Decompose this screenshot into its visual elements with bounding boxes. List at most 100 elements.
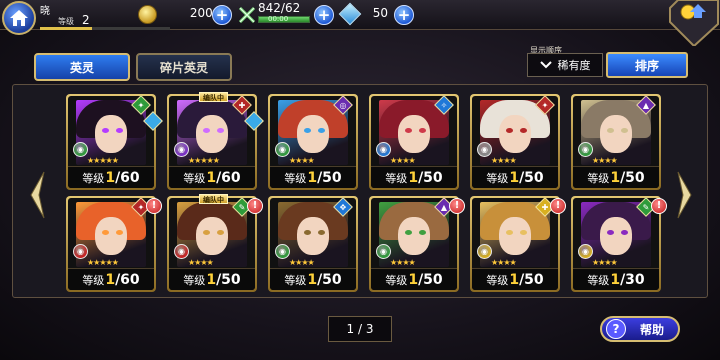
hero-level-label: 等级 [385,172,408,185]
hero-eye-left [607,128,614,133]
hero-level-current: 1 [610,272,621,288]
player-name: 晓 [40,6,50,17]
next-page-arrow[interactable] [676,170,694,220]
hero-class-glyph: ✦ [541,100,549,110]
hero-eye-right [621,230,628,235]
hero-face [398,217,430,255]
hero-level-max: /50 [519,272,544,288]
hero-level-max: /50 [216,272,241,288]
hero-class-glyph: ◎ [339,100,347,110]
hero-eye-right [419,230,426,235]
hero-level-label: 等级 [183,274,206,287]
hero-face [95,115,127,153]
menu-button[interactable] [666,0,720,48]
alert-icon: ! [449,198,465,214]
hero-eye-right [621,128,628,133]
stamina-timer: 00:00 [268,15,289,23]
rarity-stars: ★★★★ [592,258,618,267]
rarity-stars: ★★★★ [592,156,618,165]
wind-element-icon: ◉ [275,142,290,157]
hero-level-current: 1 [307,272,318,288]
hero-level-current: 1 [206,272,217,288]
hero-level-display: 等级 1/50 [270,166,356,188]
hero-card[interactable]: ◉ ★★★★ 等级 1/30 ✎! [571,196,667,292]
dark-element-icon: ◉ [174,142,189,157]
light-element-icon: ◉ [477,244,492,259]
fire-element-icon: ◉ [174,244,189,259]
hero-face [297,115,329,153]
hero-level-label: 等级 [82,172,105,185]
hero-class-glyph: ✧ [440,100,448,110]
hero-level-max: /50 [418,170,443,186]
hero-level-display: 等级 1/50 [573,166,659,188]
add-gold-button[interactable]: + [212,5,232,25]
hero-eye-right [520,230,527,235]
fire-element-icon: ◉ [73,244,88,259]
hero-level-display: 等级 1/60 [68,166,154,188]
hero-card[interactable]: ◉ ★★★★ 等级 1/50 ✧ [369,94,459,190]
hero-card[interactable]: ◉ ★★★★ 等级 1/50 ▲! [369,196,465,292]
hero-list-screen: 晓 等级 2 20000 + 842/62 00:00 + 50 + 菜单 [0,0,720,360]
hero-level-label: 等级 [284,274,307,287]
hero-card[interactable]: ◉ ★★★★ 等级 1/50 ✥ [268,196,358,292]
player-level: 2 [82,13,90,27]
tab-hero-shards[interactable]: 碎片英灵 [136,53,232,81]
hero-level-label: 等级 [587,274,610,287]
hero-eye-left [304,230,311,235]
hero-eye-right [419,128,426,133]
hero-face [95,217,127,255]
hero-class-glyph: ✥ [339,202,347,212]
hero-card[interactable]: ◉ ★★★★ 等级 1/50 ◎ [268,94,358,190]
hero-eye-left [304,128,311,133]
hero-face [600,115,632,153]
hero-level-display: 等级 1/50 [169,268,255,290]
hero-level-label: 等级 [183,172,206,185]
hero-level-label: 等级 [284,172,307,185]
hero-card[interactable]: ◉ ★★★★ 等级 1/50 ✦ [470,94,560,190]
rarity-stars: ★★★★ [289,258,315,267]
alert-icon: ! [247,198,263,214]
hero-face [196,217,228,255]
hero-card[interactable]: ◉ ★★★★ 等级 1/50 ▲ [571,94,661,190]
hero-face [600,217,632,255]
menu-icon [669,0,719,48]
hero-level-label: 等级 [82,274,105,287]
hero-eye-left [506,128,513,133]
status-bar: 晓 等级 2 20000 + 842/62 00:00 + 50 + [0,0,720,30]
hero-eye-left [102,128,109,133]
hero-eye-left [405,128,412,133]
hero-eye-left [203,128,210,133]
hero-level-label: 等级 [385,274,408,287]
rarity-stars: ★★★★ [188,258,214,267]
add-gems-button[interactable]: + [394,5,414,25]
hero-card[interactable]: ◉ ★★★★★ 等级 1/60 ✚ 编队中 [167,92,264,190]
hero-level-current: 1 [408,170,419,186]
rarity-stars: ★★★★★ [188,156,220,165]
hero-card[interactable]: ◉ ★★★★ 等级 1/50 ✎! 编队中 [167,194,263,292]
hero-level-current: 1 [408,272,419,288]
hero-level-current: 1 [307,170,318,186]
add-stamina-button[interactable]: + [314,5,334,25]
hero-eye-right [116,128,123,133]
gold-coin-icon [138,5,157,24]
prev-page-arrow[interactable] [28,170,46,220]
home-button[interactable] [2,1,36,35]
hero-level-label: 等级 [486,172,509,185]
hero-card[interactable]: ◉ ★★★★★ 等级 1/60 ✦! [66,196,162,292]
sort-button[interactable]: 排序 [606,52,688,78]
hero-card[interactable]: ◉ ★★★★★ 等级 1/60 ✦ [66,94,163,190]
wind-element-icon: ◉ [578,142,593,157]
tab-heroes[interactable]: 英灵 [34,53,130,81]
help-icon: ? [606,319,626,339]
in-party-badge: 编队中 [199,92,228,102]
help-button[interactable]: ? 帮助 [600,316,680,342]
sort-order-dropdown[interactable]: 稀有度 [527,53,603,77]
rarity-stars: ★★★★ [390,258,416,267]
sort-order-value: 稀有度 [557,59,591,72]
xp-bar [40,27,170,30]
hero-level-max: /50 [418,272,443,288]
hero-eye-right [116,230,123,235]
hero-card[interactable]: ◉ ★★★★ 等级 1/50 ✚! [470,196,566,292]
hero-face [398,115,430,153]
hero-face [297,217,329,255]
